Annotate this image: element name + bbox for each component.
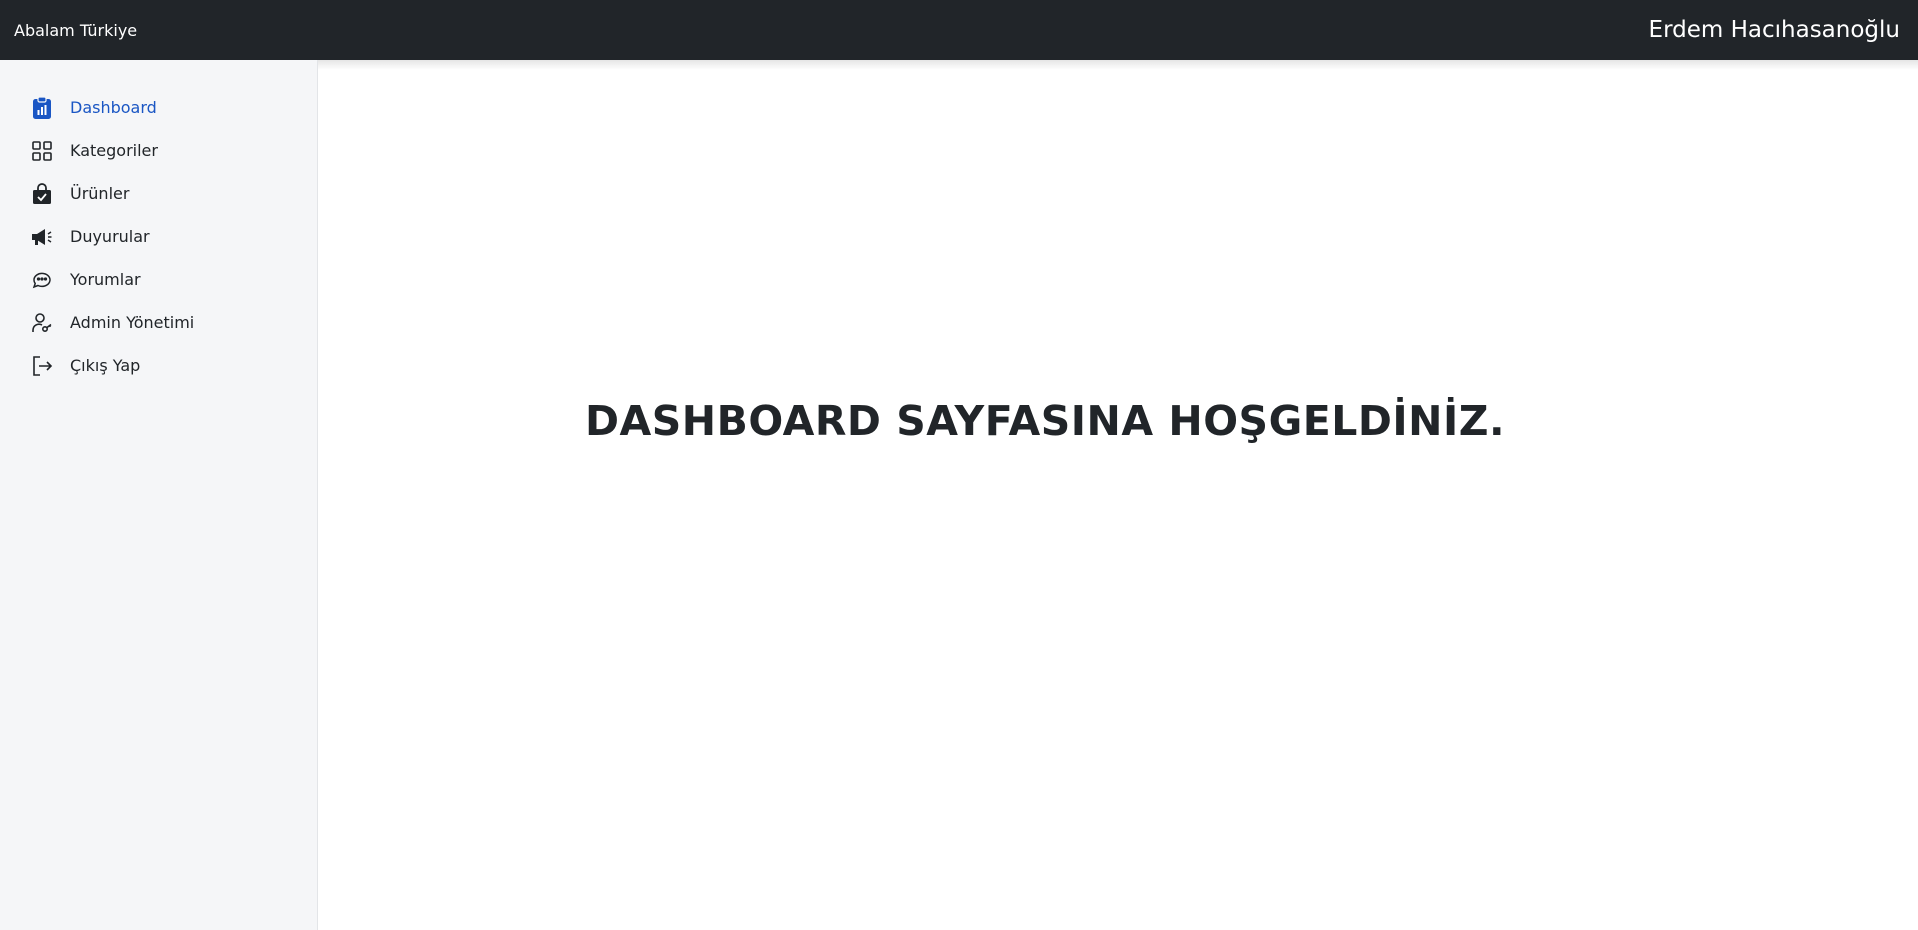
chat-bubbles-icon xyxy=(30,268,54,292)
sidebar-item-label: Kategoriler xyxy=(70,141,158,160)
user-key-icon xyxy=(30,311,54,335)
sidebar-item-urunler[interactable]: Ürünler xyxy=(0,172,317,215)
shopping-bag-check-icon xyxy=(30,182,54,206)
grid-icon xyxy=(30,139,54,163)
header-shadow xyxy=(318,60,1918,70)
sidebar-item-label: Ürünler xyxy=(70,184,130,203)
sidebar-item-admin-yonetimi[interactable]: Admin Yönetimi xyxy=(0,301,317,344)
sidebar-item-label: Çıkış Yap xyxy=(70,356,141,375)
sidebar-item-duyurular[interactable]: Duyurular xyxy=(0,215,317,258)
sidebar: Dashboard Kategoriler Ürünler Duyurular … xyxy=(0,60,318,930)
main-content: DASHBOARD SAYFASINA HOŞGELDİNİZ. xyxy=(318,60,1918,930)
sidebar-item-label: Dashboard xyxy=(70,98,157,117)
user-name: Erdem Hacıhasanoğlu xyxy=(1648,17,1900,43)
sidebar-item-kategoriler[interactable]: Kategoriler xyxy=(0,129,317,172)
logout-icon xyxy=(30,354,54,378)
megaphone-icon xyxy=(30,225,54,249)
brand-link[interactable]: Abalam Türkiye xyxy=(14,21,137,40)
sidebar-item-yorumlar[interactable]: Yorumlar xyxy=(0,258,317,301)
sidebar-item-dashboard[interactable]: Dashboard xyxy=(0,86,317,129)
sidebar-item-label: Yorumlar xyxy=(70,270,141,289)
clipboard-chart-icon xyxy=(30,95,54,120)
sidebar-item-label: Admin Yönetimi xyxy=(70,313,195,332)
top-navbar: Abalam Türkiye Erdem Hacıhasanoğlu xyxy=(0,0,1918,60)
sidebar-item-label: Duyurular xyxy=(70,227,150,246)
sidebar-item-cikis-yap[interactable]: Çıkış Yap xyxy=(0,344,317,387)
welcome-heading: DASHBOARD SAYFASINA HOŞGELDİNİZ. xyxy=(585,397,1506,445)
